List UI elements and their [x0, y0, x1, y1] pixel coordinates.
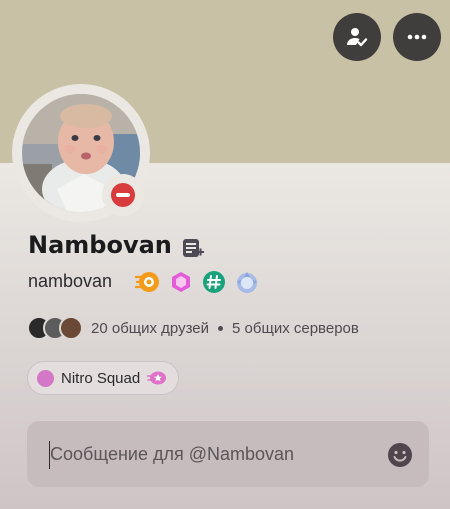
badge-list	[135, 269, 260, 295]
add-note-button[interactable]	[182, 238, 204, 264]
mutual-servers-link[interactable]: 5 общих серверов	[232, 320, 359, 337]
message-input[interactable]	[50, 421, 370, 487]
emoji-icon[interactable]	[387, 442, 413, 468]
hashtag-icon	[203, 271, 225, 293]
status-indicator	[102, 174, 144, 216]
message-box[interactable]	[27, 421, 429, 487]
add-friend-button[interactable]	[333, 13, 381, 61]
separator-dot	[218, 325, 224, 331]
boost-badge[interactable]	[234, 269, 260, 295]
add-friend-icon	[347, 28, 368, 47]
role-color-dot	[37, 369, 54, 387]
mutual-friends-avatars	[27, 316, 83, 340]
nitro-boost-icon	[147, 371, 167, 385]
mutual-friend-avatar	[59, 316, 83, 340]
username[interactable]: nambovan	[28, 271, 112, 292]
role-label: Nitro Squad	[61, 369, 141, 387]
hashtag-badge[interactable]	[201, 269, 227, 295]
mutual-info[interactable]: 20 общих друзей 5 общих серверов	[27, 315, 359, 341]
note-icon	[183, 239, 204, 257]
more-icon	[407, 34, 427, 40]
boost-icon	[237, 272, 257, 293]
more-button[interactable]	[393, 13, 441, 61]
mutual-friends-link[interactable]: 20 общих друзей	[91, 320, 209, 337]
do-not-disturb-icon	[111, 183, 135, 207]
hypesquad-badge[interactable]	[135, 269, 161, 295]
hypesquad-icon	[135, 272, 159, 292]
display-name: Nambovan	[28, 231, 172, 259]
role-tag[interactable]: Nitro Squad	[27, 361, 180, 395]
nitro-gem-icon	[172, 272, 190, 292]
nitro-gem-badge[interactable]	[168, 269, 194, 295]
